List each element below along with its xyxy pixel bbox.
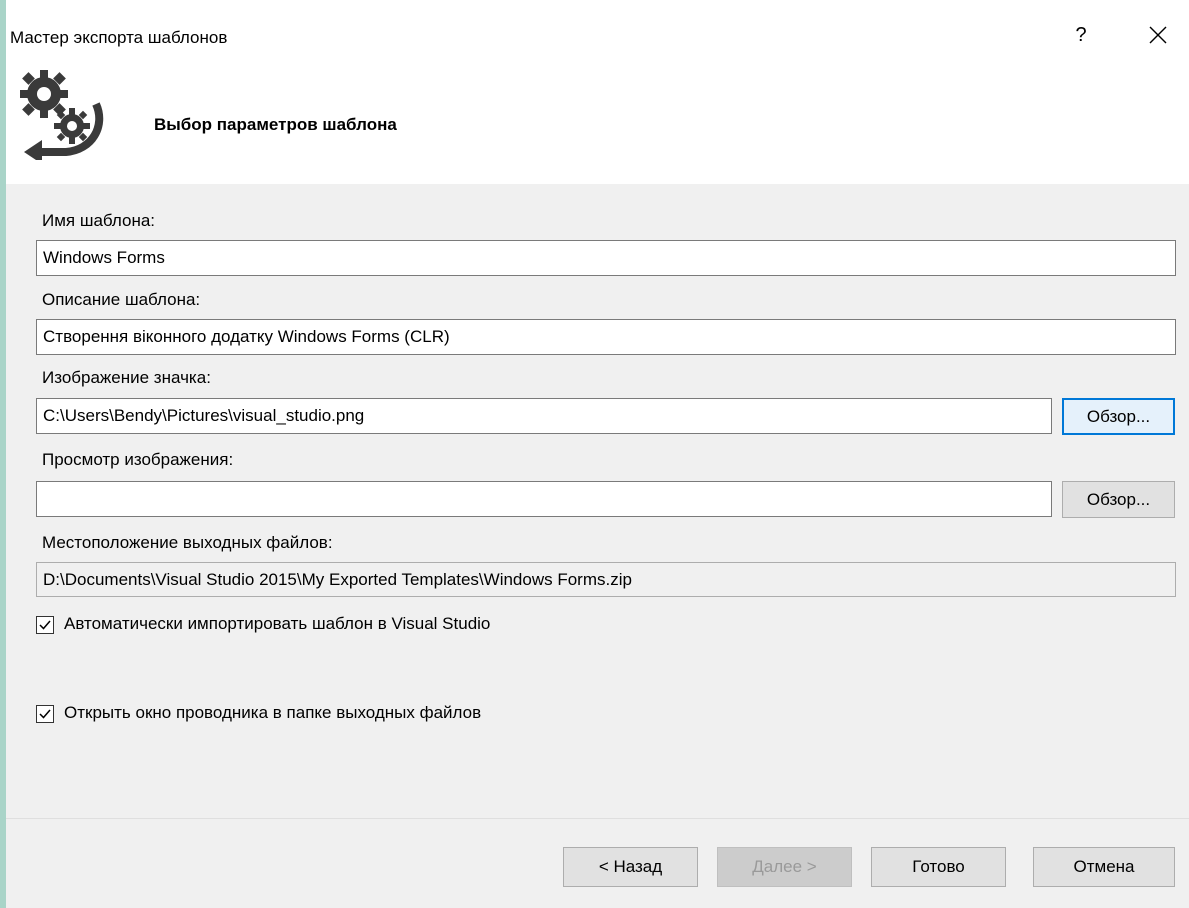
preview-image-label: Просмотр изображения: xyxy=(42,450,234,469)
open-explorer-checkbox-box[interactable] xyxy=(36,705,54,723)
preview-image-input[interactable] xyxy=(36,481,1052,517)
window-title: Мастер экспорта шаблонов xyxy=(10,28,228,47)
template-description-input[interactable]: Створення віконного додатку Windows Form… xyxy=(36,319,1176,355)
checkmark-icon xyxy=(39,709,51,719)
title-bar: Мастер экспорта шаблонов ? xyxy=(6,0,1189,60)
icon-image-input[interactable]: C:\Users\Bendy\Pictures\visual_studio.pn… xyxy=(36,398,1052,434)
next-button[interactable]: Далее > xyxy=(717,847,852,887)
auto-import-checkbox-box[interactable] xyxy=(36,616,54,634)
output-location-field: D:\Documents\Visual Studio 2015\My Expor… xyxy=(36,562,1176,597)
template-name-label: Имя шаблона: xyxy=(42,211,156,230)
finish-button[interactable]: Готово xyxy=(871,847,1006,887)
wizard-header: Выбор параметров шаблона xyxy=(6,60,1189,184)
export-template-wizard-dialog: Мастер экспорта шаблонов ? Выбор парамет… xyxy=(0,0,1189,908)
cancel-button[interactable]: Отмена xyxy=(1033,847,1175,887)
template-name-input[interactable]: Windows Forms xyxy=(36,240,1176,276)
back-button[interactable]: < Назад xyxy=(563,847,698,887)
auto-import-label: Автоматически импортировать шаблон в Vis… xyxy=(64,614,491,633)
gears-arrow-icon xyxy=(20,70,104,160)
help-button[interactable]: ? xyxy=(1061,18,1101,52)
auto-import-checkbox[interactable]: Автоматически импортировать шаблон в Vis… xyxy=(36,614,636,637)
step-title: Выбор параметров шаблона xyxy=(154,115,397,134)
open-explorer-checkbox[interactable]: Открыть окно проводника в папке выходных… xyxy=(36,703,636,726)
close-icon xyxy=(1149,26,1167,44)
icon-image-browse-button[interactable]: Обзор... xyxy=(1062,398,1175,435)
open-explorer-label: Открыть окно проводника в папке выходных… xyxy=(64,703,482,722)
output-location-label: Местоположение выходных файлов: xyxy=(42,533,333,552)
template-description-label: Описание шаблона: xyxy=(42,290,201,309)
icon-image-label: Изображение значка: xyxy=(42,368,211,387)
close-button[interactable] xyxy=(1133,18,1183,52)
footer-separator xyxy=(6,818,1189,819)
checkmark-icon xyxy=(39,620,51,630)
preview-image-browse-button[interactable]: Обзор... xyxy=(1062,481,1175,518)
